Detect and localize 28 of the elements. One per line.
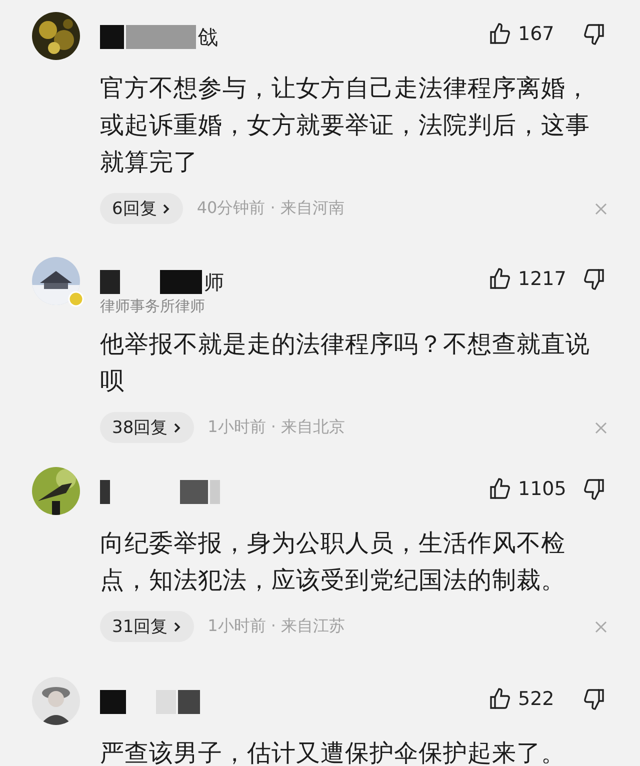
- comment-text: 他举报不就是走的法律程序吗？不想查就直说呗: [100, 329, 591, 397]
- thumbs-up-icon[interactable]: [488, 687, 512, 711]
- thumbs-down-icon[interactable]: [582, 22, 606, 46]
- chevron-right-icon: [160, 202, 171, 214]
- user-name: 戗: [198, 24, 218, 50]
- comment-text: 官方不想参与，让女方自己走法律程序离婚，或起诉重婚，女方就要举证，法院判后，这事就算完了: [100, 73, 591, 178]
- user-title: 律师事务所律师: [100, 297, 206, 316]
- like-count: 522: [518, 688, 556, 710]
- like-count: 1217: [518, 268, 568, 290]
- replies-button[interactable]: 31回复: [100, 611, 194, 642]
- thumbs-down-icon[interactable]: [582, 687, 606, 711]
- thumbs-up-icon[interactable]: [488, 267, 512, 291]
- comment-text: 严查该男子，估计又遭保护伞保护起来了。: [100, 738, 566, 766]
- comment-meta: 1小时前 · 来自江苏: [208, 616, 346, 637]
- user-name: 师: [204, 268, 224, 296]
- chevron-right-icon: [172, 620, 182, 632]
- thumbs-up-icon[interactable]: [488, 477, 512, 501]
- like-count: 167: [518, 23, 556, 45]
- thumbs-down-icon[interactable]: [582, 267, 606, 291]
- replies-button[interactable]: 6回复: [100, 193, 183, 224]
- comment-meta: 1小时前 · 来自北京: [208, 417, 346, 438]
- replies-button[interactable]: 38回复: [100, 412, 194, 443]
- thumbs-down-icon[interactable]: [582, 477, 606, 501]
- like-count: 1105: [518, 478, 568, 500]
- chevron-right-icon: [172, 422, 182, 434]
- comment-meta: 40分钟前 · 来自河南: [196, 198, 346, 219]
- comment-text: 向纪委举报，身为公职人员，生活作风不检点，知法犯法，应该受到党纪国法的制裁。: [100, 528, 566, 596]
- thumbs-up-icon[interactable]: [488, 22, 512, 46]
